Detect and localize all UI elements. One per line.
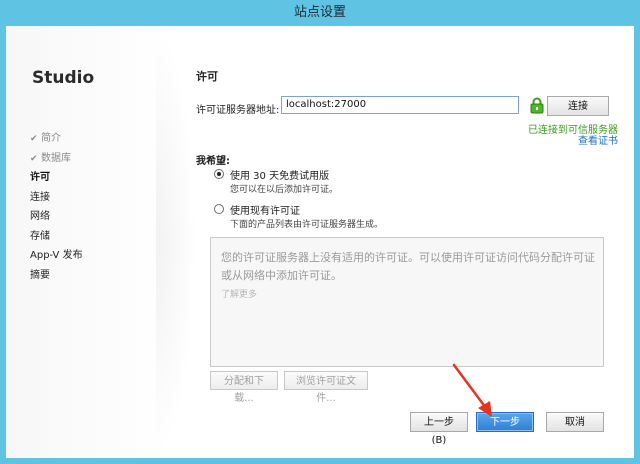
view-certificate-link[interactable]: 查看证书 — [578, 132, 618, 147]
trial-radio[interactable] — [214, 169, 224, 179]
choice-heading: 我希望: — [196, 156, 230, 167]
step-storage: 存储 — [30, 230, 50, 242]
cancel-button[interactable]: 取消 — [546, 412, 604, 432]
learn-more-link[interactable]: 了解更多 — [221, 287, 257, 300]
license-server-input[interactable] — [281, 96, 519, 114]
site-setup-window: Studio ✔ 简介 ✔ 数据库 许可 连接 网络 存储 App-V 发布 摘要 … — [6, 26, 634, 458]
lock-icon — [530, 97, 544, 114]
step-appv: App-V 发布 — [30, 250, 83, 261]
allocate-download-button[interactable]: 分配和下载... — [210, 371, 278, 404]
trial-option-description: 您可以在以后添加许可证。 — [230, 185, 339, 195]
check-icon: ✔ — [30, 153, 38, 164]
back-button[interactable]: 上一步(B) — [410, 412, 468, 446]
sidebar: Studio ✔ 简介 ✔ 数据库 许可 连接 网络 存储 App-V 发布 摘要 — [6, 26, 196, 458]
step-database[interactable]: ✔ 数据库 — [30, 149, 83, 169]
brand-title: Studio — [32, 68, 95, 88]
page-title: 许可 — [196, 70, 218, 83]
step-connection: 连接 — [30, 191, 50, 203]
check-icon: ✔ — [30, 134, 38, 144]
step-licensing[interactable]: 许可 — [30, 168, 83, 188]
step-network: 网络 — [30, 211, 50, 222]
main-content: 许可 许可证服务器地址: 连接 已连接到可信服务器 查看证书 我希望: 使用 3… — [196, 26, 634, 458]
wizard-steps: ✔ 简介 ✔ 数据库 许可 连接 网络 存储 App-V 发布 摘要 — [30, 129, 83, 285]
window-title: 站点设置 — [0, 0, 640, 26]
existing-license-label[interactable]: 使用现有许可证 — [230, 202, 300, 217]
license-server-label: 许可证服务器地址: — [196, 105, 280, 116]
existing-license-description: 下面的产品列表由许可证服务器生成。 — [230, 220, 384, 230]
step-intro[interactable]: ✔ 简介 — [30, 129, 83, 149]
license-list-panel: 您的许可证服务器上没有适用的许可证。可以使用许可证访问代码分配许可证或从网络中添… — [210, 237, 604, 367]
no-license-message: 您的许可证服务器上没有适用的许可证。可以使用许可证访问代码分配许可证或从网络中添… — [221, 251, 595, 282]
next-button[interactable]: 下一步(N) — [476, 412, 534, 446]
connect-button[interactable]: 连接 — [547, 96, 609, 116]
step-summary: 摘要 — [30, 269, 50, 281]
browse-license-file-button[interactable]: 浏览许可证文件... — [284, 371, 368, 404]
trial-option-label[interactable]: 使用 30 天免费试用版 — [230, 167, 329, 182]
existing-license-radio[interactable] — [214, 204, 224, 214]
